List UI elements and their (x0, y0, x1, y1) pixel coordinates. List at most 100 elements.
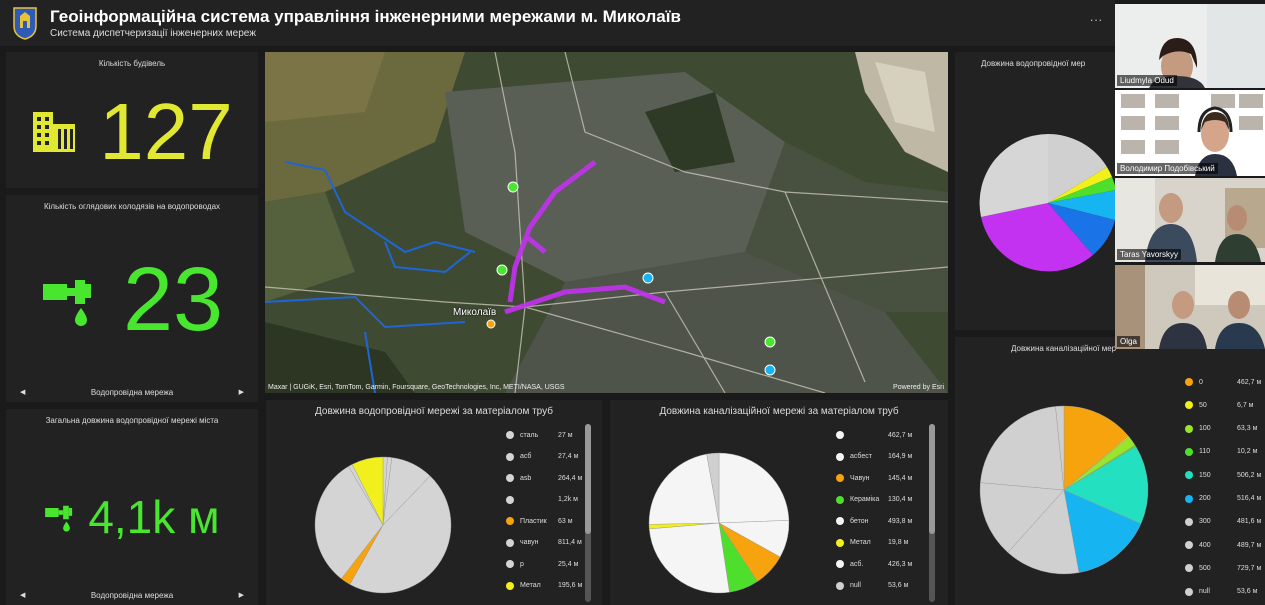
sewer-material-pie-chart[interactable] (644, 448, 794, 598)
legend-swatch (1185, 447, 1193, 456)
legend-item[interactable]: 400 489,7 м (1185, 540, 1261, 550)
legend-item[interactable]: Метал 19,8 м (836, 538, 908, 548)
water-material-pie-chart[interactable] (308, 450, 458, 600)
water-diameter-pie-chart[interactable] (979, 134, 1117, 272)
map-marker-icon[interactable] (764, 364, 776, 376)
network-map[interactable]: Миколаїв Maxar | GUGiK, Esri, TomTom, Ga… (265, 52, 948, 393)
legend-swatch (836, 581, 844, 590)
wells-indicator-title: Кількість оглядових колодязів на водопро… (43, 202, 221, 211)
legend-label: Метал (520, 582, 541, 589)
participant-name: Liudmyla Odud (1117, 75, 1177, 86)
city-coat-of-arms-icon (13, 7, 37, 40)
legend-swatch (1185, 587, 1193, 596)
legend-item[interactable]: 150 506,2 м (1185, 470, 1261, 480)
legend-item[interactable]: 200 516,4 м (1185, 494, 1261, 504)
water-legend-scrollbar[interactable] (585, 424, 591, 602)
legend-value: 426,3 м (888, 560, 913, 568)
network-length-value: 4,1k м (88, 491, 220, 543)
legend-swatch (836, 560, 844, 568)
legend-item[interactable]: асб. 426,3 м (836, 559, 912, 569)
pie-slice[interactable] (718, 452, 790, 524)
legend-item[interactable]: Метал 195,6 м (506, 581, 582, 591)
legend-swatch (1185, 564, 1193, 573)
legend-item[interactable]: 0 462,7 м (1185, 377, 1261, 387)
sewer-legend-scrollbar[interactable] (929, 424, 935, 602)
water-material-chart-panel: Довжина водопровідної мережі за матеріал… (266, 400, 602, 605)
legend-label: чавун (520, 539, 539, 546)
legend-label: Пластик (520, 517, 547, 525)
legend-value: 19,8 м (888, 539, 909, 546)
participant-name: Володимир Подобівський (1117, 163, 1218, 174)
legend-label: асбест (850, 453, 872, 460)
legend-swatch (1185, 378, 1193, 386)
participant-name: Taras Yavorskyy (1117, 249, 1181, 260)
legend-swatch (506, 495, 514, 504)
legend-value: 729,7 м (1237, 564, 1262, 572)
legend-label: asb (520, 474, 532, 482)
legend-item[interactable]: асб 27,4 м (506, 452, 578, 462)
legend-item[interactable]: null 53,6 м (836, 581, 908, 591)
sewer-diameter-pie-chart[interactable] (979, 405, 1149, 575)
legend-item[interactable]: asb 264,4 м (506, 473, 582, 483)
legend-item[interactable]: p 25,4 м (506, 559, 578, 569)
legend-item[interactable]: сталь 27 м (506, 430, 573, 440)
video-tile-4[interactable]: Olga (1115, 265, 1265, 349)
video-tile-3[interactable]: Taras Yavorskyy (1115, 178, 1265, 262)
legend-item[interactable]: Кераміка 130,4 м (836, 495, 912, 505)
legend-item[interactable]: 462,7 м (836, 430, 912, 440)
satellite-map-layer[interactable] (265, 52, 948, 393)
pie-slice[interactable] (980, 406, 1065, 491)
legend-value: 25,4 м (558, 560, 579, 568)
legend-value: 145,4 м (888, 474, 913, 482)
legend-value: 811,4 м (558, 539, 582, 546)
legend-item[interactable]: 50 6,7 м (1185, 400, 1254, 410)
pie-slice[interactable] (979, 134, 1048, 217)
video-tile-1[interactable]: Liudmyla Odud (1115, 4, 1265, 88)
buildings-count-value: 127 (99, 87, 233, 176)
legend-value: 63,3 м (1237, 425, 1258, 433)
length-next-arrow[interactable]: ▶ (239, 591, 244, 599)
legend-value: 53,6 м (888, 582, 909, 589)
legend-item[interactable]: 1,2k м (506, 495, 578, 505)
wells-prev-arrow[interactable]: ◀ (20, 388, 25, 396)
length-indicator-panel: Загальна довжина водопровідної мережі мі… (6, 409, 258, 605)
map-powered-by[interactable]: Powered by Esri (893, 384, 944, 391)
water-tap-icon (42, 280, 91, 326)
legend-label: асб (520, 453, 532, 460)
video-tile-2[interactable]: Володимир Подобівський (1115, 90, 1265, 176)
length-prev-arrow[interactable]: ◀ (20, 591, 25, 599)
header-menu-button[interactable]: ... (1090, 10, 1103, 24)
legend-value: 195,6 м (558, 582, 583, 589)
legend-value: 489,7 м (1237, 541, 1262, 549)
legend-item[interactable]: 300 481,6 м (1185, 517, 1261, 527)
wells-next-arrow[interactable]: ▶ (239, 388, 244, 396)
legend-item[interactable]: Чавун 145,4 м (836, 473, 912, 483)
legend-item[interactable]: чавун 811,4 м (506, 538, 582, 548)
legend-swatch (836, 474, 844, 482)
map-attribution: Maxar | GUGiK, Esri, TomTom, Garmin, Fou… (268, 384, 565, 391)
legend-item[interactable]: 100 63,3 м (1185, 424, 1257, 434)
legend-value: 481,6 м (1237, 518, 1262, 526)
legend-item[interactable]: null 53,6 м (1185, 587, 1257, 597)
legend-label: 300 (1199, 518, 1211, 526)
map-marker-icon[interactable] (764, 336, 776, 348)
legend-item[interactable]: бетон 493,8 м (836, 516, 912, 526)
legend-item[interactable]: 110 10,2 м (1185, 447, 1257, 457)
map-marker-icon[interactable] (496, 264, 508, 276)
legend-item[interactable]: Пластик 63 м (506, 516, 573, 526)
pie-slice[interactable] (649, 522, 730, 594)
legend-label: 0 (1199, 378, 1203, 386)
legend-item[interactable]: асбест 164,9 м (836, 452, 912, 462)
map-marker-icon[interactable] (507, 181, 519, 193)
legend-value: 1,2k м (558, 496, 578, 503)
legend-swatch (506, 452, 514, 461)
legend-item[interactable]: 500 729,7 м (1185, 563, 1261, 573)
legend-value: 164,9 м (888, 453, 913, 460)
map-marker-icon[interactable] (642, 272, 654, 284)
map-marker-icon[interactable] (486, 319, 496, 329)
legend-swatch (1185, 541, 1193, 550)
legend-value: 493,8 м (888, 517, 913, 525)
sewer-diameter-chart-panel: Довжина каналізаційної мер 0 462,7 м 50 6,7… (955, 337, 1265, 605)
legend-value: 462,7 м (888, 431, 913, 439)
legend-label: сталь (520, 431, 539, 439)
